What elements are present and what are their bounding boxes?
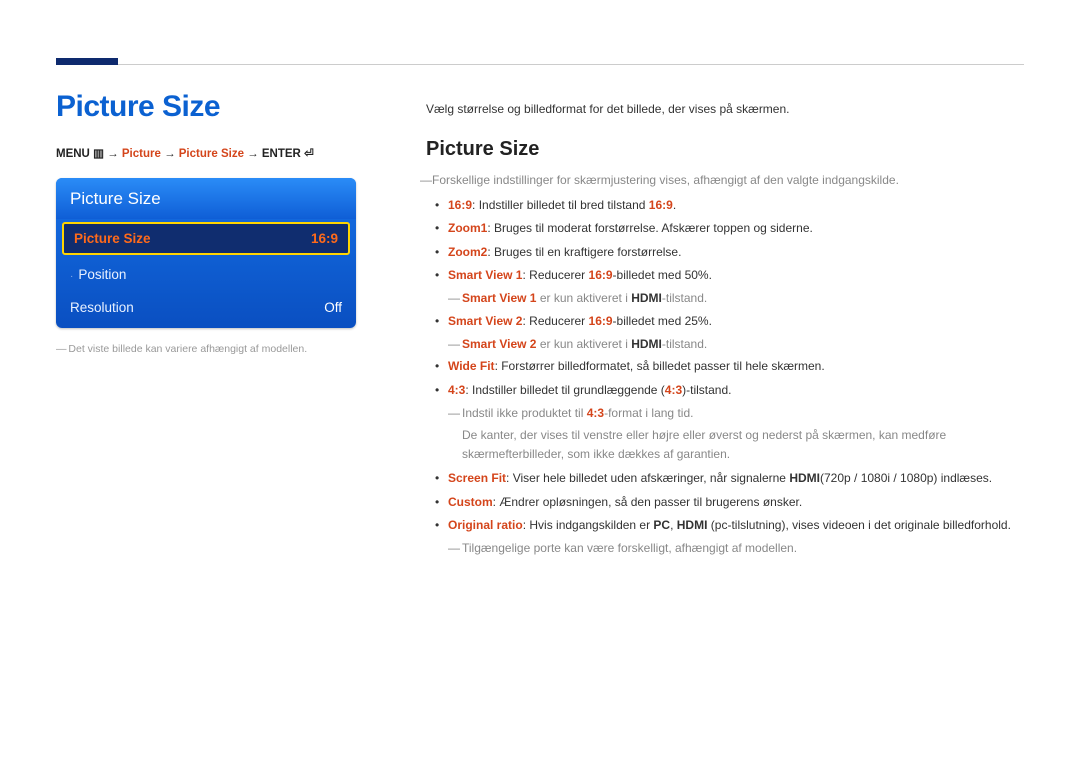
osd-row-picture-size[interactable]: Picture Size 16:9 [62,222,350,255]
page-title: Picture Size [56,90,382,124]
osd-row-value: Off [324,300,342,315]
arrow-icon: → [107,148,122,160]
list-item: Zoom1: Bruges til moderat forstørrelse. … [448,219,1024,238]
list-item: Wide Fit: Forstørrer billedformatet, så … [448,357,1024,376]
list-item: Custom: Ændrer opløsningen, så den passe… [448,493,1024,512]
pre-note: ―Forskellige indstillinger for skærmjust… [426,171,1024,190]
list-item: Smart View 1: Reducerer 16:9-billedet me… [448,266,1024,285]
osd-row-label: ·Position [70,267,126,282]
horizontal-rule [118,64,1024,65]
option-list: 16:9: Indstiller billedet til bred tilst… [426,196,1024,285]
list-item: Original ratio: Hvis indgangskilden er P… [448,516,1024,535]
menu-path: MENU ▥ → Picture → Picture Size → ENTER … [56,146,382,160]
sub-note: ―Tilgængelige porte kan være forskelligt… [426,539,1024,558]
osd-panel: Picture Size Picture Size 16:9 ·Position… [56,178,356,328]
sub-note-body: De kanter, der vises til venstre eller h… [426,426,1024,463]
osd-row-value: 16:9 [311,231,338,246]
list-item: Zoom2: Bruges til en kraftigere forstørr… [448,243,1024,262]
arrow-icon: → [247,148,262,160]
path-picture: Picture [122,148,161,160]
list-item: 16:9: Indstiller billedet til bred tilst… [448,196,1024,215]
list-item: Screen Fit: Viser hele billedet uden afs… [448,469,1024,488]
path-picture-size: Picture Size [179,148,244,160]
menu-icon: ▥ [93,146,104,160]
osd-row-label: Picture Size [74,231,151,246]
osd-row-position[interactable]: ·Position [56,258,356,291]
submenu-marker-icon: · [70,271,73,282]
enter-label: ENTER [262,148,301,160]
osd-title: Picture Size [56,178,356,219]
menu-label: MENU [56,148,90,160]
section-marker [56,58,118,65]
osd-row-resolution[interactable]: Resolution Off [56,291,356,324]
section-heading: Picture Size [426,138,1024,161]
footnote: ― Det viste billede kan variere afhængig… [56,342,382,356]
option-list: Smart View 2: Reducerer 16:9-billedet me… [426,312,1024,331]
option-list: Wide Fit: Forstørrer billedformatet, så … [426,357,1024,399]
sub-note: ―Smart View 1 er kun aktiveret i HDMI-ti… [426,289,1024,308]
arrow-icon: → [164,148,179,160]
list-item: Smart View 2: Reducerer 16:9-billedet me… [448,312,1024,331]
enter-icon: ⏎ [304,146,314,160]
option-list: Screen Fit: Viser hele billedet uden afs… [426,469,1024,535]
osd-row-label: Resolution [70,300,134,315]
sub-note: ―Indstil ikke produktet til 4:3-format i… [426,404,1024,423]
sub-note: ―Smart View 2 er kun aktiveret i HDMI-ti… [426,335,1024,354]
list-item: 4:3: Indstiller billedet til grundlæggen… [448,381,1024,400]
intro-text: Vælg størrelse og billedformat for det b… [426,102,1024,116]
